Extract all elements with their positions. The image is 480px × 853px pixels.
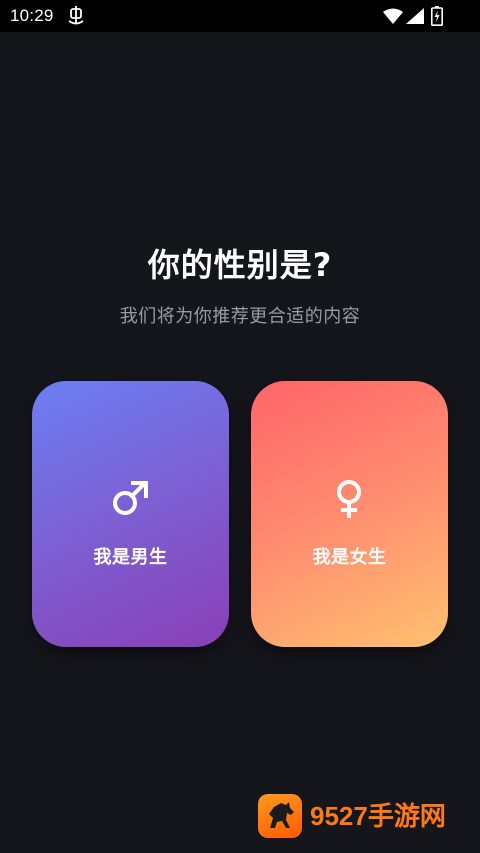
female-option-card[interactable]: 我是女生 xyxy=(251,381,448,647)
watermark: 9527手游网 xyxy=(258,794,458,840)
page-title: 你的性别是? xyxy=(147,246,333,284)
watermark-text: 9527手游网 xyxy=(310,801,446,831)
male-option-card[interactable]: 我是男生 xyxy=(32,381,229,647)
page-subtitle: 我们将为你推荐更合适的内容 xyxy=(119,306,361,327)
male-symbol-icon xyxy=(113,481,148,515)
battery-charging-icon xyxy=(431,6,443,26)
status-time: 10:29 xyxy=(10,6,54,25)
wifi-icon xyxy=(383,8,403,24)
female-symbol-icon xyxy=(337,480,361,518)
male-option-label: 我是男生 xyxy=(93,547,168,568)
cellular-signal-icon xyxy=(406,8,424,24)
gender-selection-screen: 你的性别是? 我们将为你推荐更合适的内容 我是男生 我是女生 xyxy=(0,32,480,853)
status-bar: 10:29 xyxy=(0,0,480,32)
horse-logo-icon xyxy=(258,794,302,838)
female-option-label: 我是女生 xyxy=(312,547,387,568)
bug-icon xyxy=(68,6,84,25)
